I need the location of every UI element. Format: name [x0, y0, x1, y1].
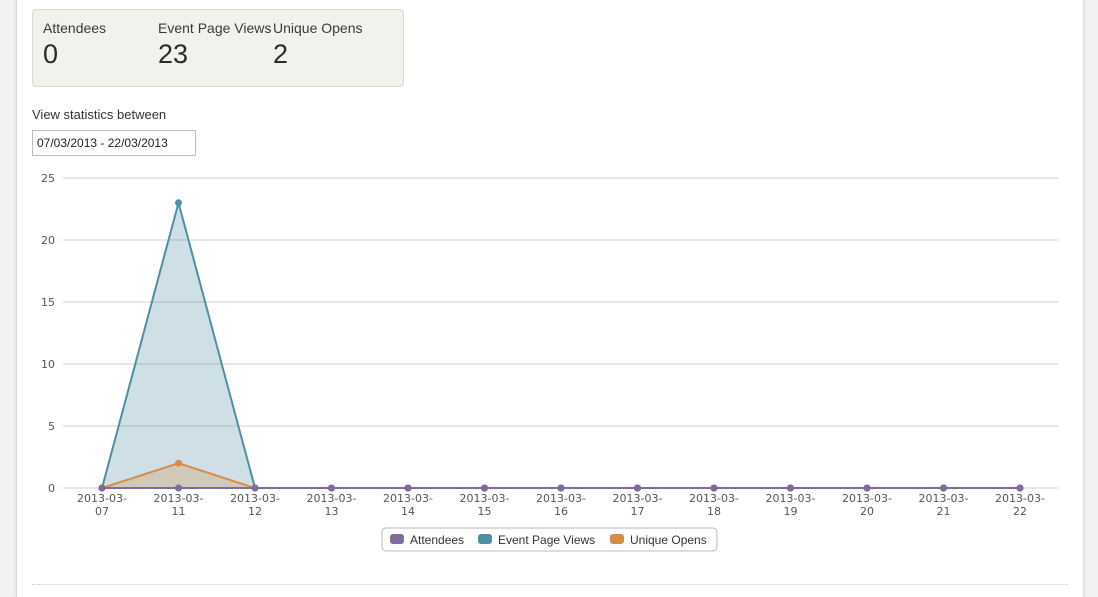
data-point-attendees: [404, 484, 412, 492]
data-point-attendees: [787, 484, 794, 492]
legend-label-unique-opens: Unique Opens: [630, 533, 707, 547]
data-point-attendees: [710, 484, 718, 492]
data-point-attendees: [940, 484, 947, 492]
x-tick-label: 2013-03-12: [230, 492, 280, 518]
legend-label-attendees: Attendees: [410, 533, 464, 547]
data-point-attendees: [98, 484, 106, 492]
x-tick-label: 2013-03-21: [919, 492, 969, 518]
legend-swatch-attendees: [390, 534, 404, 544]
y-tick-label: 20: [41, 234, 55, 247]
legend-label-event-page-views: Event Page Views: [498, 533, 595, 547]
x-tick-label: 2013-03-13: [307, 492, 357, 518]
data-point-unique-opens: [175, 459, 182, 467]
statistics-chart: 0 5 10 15 20 25 2013-03-07 2013-03-11 2013-03-12…: [41, 172, 1058, 552]
y-tick-label: 10: [41, 358, 55, 371]
data-point-attendees: [481, 484, 488, 492]
y-tick-label: 0: [48, 482, 55, 495]
y-tick-label: 5: [48, 420, 55, 433]
data-point-attendees: [634, 484, 641, 492]
x-tick-label: 2013-03-20: [842, 492, 892, 518]
x-tick-label: 2013-03-07: [77, 492, 127, 518]
x-tick-label: 2013-03-19: [766, 492, 816, 518]
x-tick-label: 2013-03-17: [613, 492, 663, 518]
data-point-attendees: [1016, 484, 1024, 492]
legend-swatch-unique-opens: [610, 534, 624, 544]
x-tick-label: 2013-03-22: [995, 492, 1045, 518]
x-tick-label: 2013-03-11: [154, 492, 204, 518]
x-tick-label: 2013-03-14: [383, 492, 433, 518]
series-area-event-page-views: [102, 202, 1020, 489]
y-tick-label: 15: [41, 296, 55, 309]
data-point-event-page-views: [175, 199, 182, 207]
data-point-attendees: [328, 484, 335, 492]
x-tick-label: 2013-03-16: [536, 492, 586, 518]
y-tick-label: 25: [41, 172, 55, 185]
footer-divider: [32, 584, 1068, 585]
data-point-attendees: [175, 484, 182, 492]
legend-swatch-event-page-views: [478, 534, 492, 544]
x-tick-label: 2013-03-15: [460, 492, 510, 518]
data-point-attendees: [557, 484, 565, 492]
statistics-panel: Attendees 0 Event Page Views 23 Unique O…: [16, 0, 1084, 597]
data-point-attendees: [863, 484, 871, 492]
x-tick-label: 2013-03-18: [689, 492, 739, 518]
data-point-attendees: [251, 484, 259, 492]
